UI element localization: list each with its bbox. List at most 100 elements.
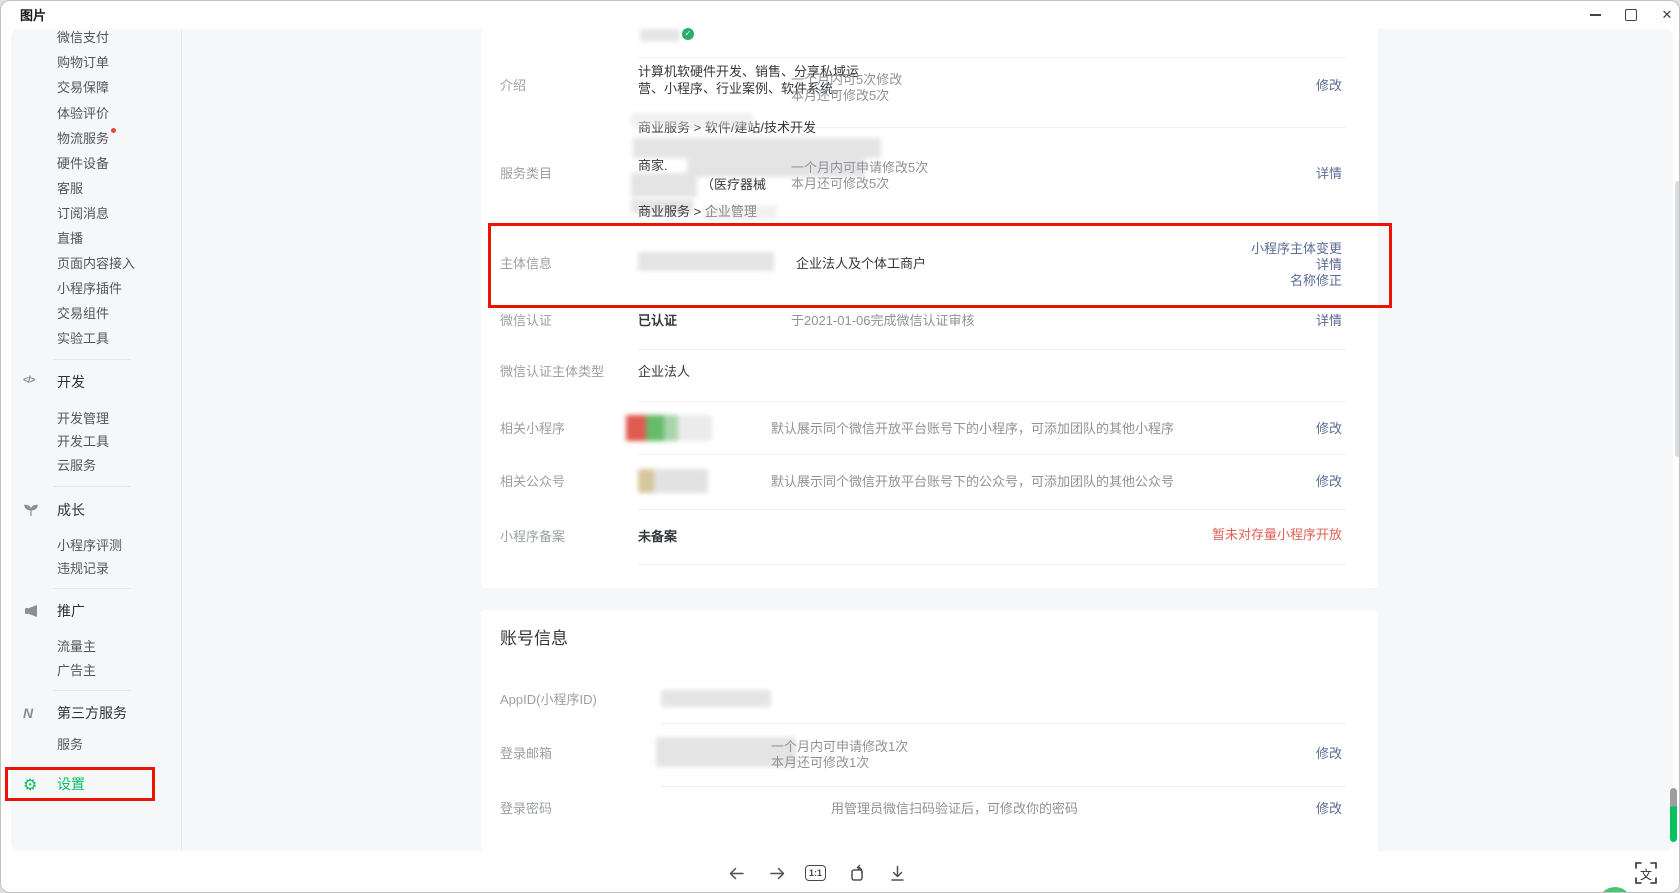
category-label: 服务类目 — [500, 166, 552, 182]
category-line-2: 商家. — [638, 158, 668, 174]
sidebar-item-violation-records[interactable]: 违规记录 — [57, 561, 109, 577]
category-redacted — [631, 173, 697, 197]
category-redacted — [631, 113, 753, 127]
rotate-icon — [849, 864, 868, 883]
logistics-red-dot-badge — [111, 128, 116, 133]
row-divider — [638, 401, 1346, 402]
row-divider — [638, 564, 1346, 565]
sidebar-item-mp-assessment[interactable]: 小程序评测 — [57, 538, 122, 554]
maximize-icon — [1625, 9, 1637, 21]
sidebar-section-promotion[interactable]: 推广 — [57, 603, 85, 619]
minimize-button[interactable] — [1577, 1, 1613, 29]
category-note-2: 本月还可修改5次 — [791, 176, 889, 192]
sidebar-item-lab-tools[interactable]: 实验工具 — [57, 331, 109, 347]
sidebar-section-settings[interactable]: 设置 — [57, 776, 85, 792]
sidebar-section-divider — [53, 486, 131, 487]
intro-modify-link[interactable]: 修改 — [1316, 78, 1342, 94]
email-note-2: 本月还可修改1次 — [771, 755, 869, 771]
sidebar-item-traffic-owner[interactable]: 流量主 — [57, 639, 96, 655]
subject-name-fix-link[interactable]: 名称修正 — [1290, 273, 1342, 289]
sidebar-section-growth[interactable]: 成长 — [57, 502, 85, 518]
category-detail-link[interactable]: 详情 — [1316, 166, 1342, 182]
scrollbar-thumb[interactable] — [1675, 181, 1680, 457]
download-button[interactable] — [888, 864, 907, 883]
intro-note-1: 一个月内可5次修改 — [791, 72, 902, 88]
sidebar-item-logistics[interactable]: 物流服务 — [57, 131, 109, 147]
sidebar-item-trade-guarantee[interactable]: 交易保障 — [57, 80, 109, 96]
sidebar-item-page-content[interactable]: 页面内容接入 — [57, 256, 135, 272]
related-oa-note: 默认展示同个微信开放平台账号下的公众号，可添加团队的其他公众号 — [771, 474, 1174, 490]
sprout-icon — [23, 502, 41, 520]
third-party-icon: N — [23, 705, 41, 723]
verify-value: 已认证 — [638, 313, 677, 329]
row-divider — [661, 786, 1346, 787]
sidebar-item-cloud-service[interactable]: 云服务 — [57, 458, 96, 474]
password-modify-link[interactable]: 修改 — [1316, 801, 1342, 817]
category-line-3: （医疗器械 — [701, 177, 766, 193]
sidebar-section-dev[interactable]: 开发 — [57, 374, 85, 390]
appid-label: AppID(小程序ID) — [500, 692, 597, 708]
subject-name-redacted — [638, 252, 774, 271]
image-viewer-window: 图片 ✕ 微信支付 购物订单 交易保障 体验评价 物流服务 硬件设备 客服 订阅… — [0, 0, 1680, 893]
sidebar-item-shop-orders[interactable]: 购物订单 — [57, 55, 109, 71]
code-icon: </> — [23, 375, 41, 393]
minimize-icon — [1590, 14, 1601, 16]
sidebar-section-divider — [53, 690, 131, 691]
extract-text-button[interactable]: 文 — [1634, 861, 1658, 885]
sidebar-item-experience-review[interactable]: 体验评价 — [57, 106, 109, 122]
previous-image-button[interactable] — [727, 864, 746, 883]
row-divider — [638, 57, 1346, 58]
sidebar-section-third-party[interactable]: 第三方服务 — [57, 705, 127, 721]
sidebar-item-services[interactable]: 服务 — [57, 737, 83, 753]
window-title: 图片 — [20, 8, 46, 24]
password-label: 登录密码 — [500, 801, 552, 817]
verified-badge-icon: ✓ — [682, 28, 694, 40]
sidebar-item-plugins[interactable]: 小程序插件 — [57, 281, 122, 297]
row-divider — [638, 509, 1346, 510]
sidebar-item-customer-service[interactable]: 客服 — [57, 181, 83, 197]
rotate-button[interactable] — [849, 864, 868, 883]
email-note-1: 一个月内可申请修改1次 — [771, 739, 908, 755]
sidebar-item-trade-component[interactable]: 交易组件 — [57, 306, 109, 322]
verify-detail-link[interactable]: 详情 — [1316, 313, 1342, 329]
related-oa-modify-link[interactable]: 修改 — [1316, 474, 1342, 490]
subject-label: 主体信息 — [500, 256, 552, 272]
sidebar-section-divider — [53, 359, 131, 360]
close-icon: ✕ — [1662, 7, 1673, 23]
intro-label: 介绍 — [500, 78, 526, 94]
arrow-right-icon — [768, 864, 787, 883]
verify-type-label: 微信认证主体类型 — [500, 364, 604, 380]
registration-status-text: 暂未对存量小程序开放 — [1212, 527, 1342, 543]
related-mp-label: 相关小程序 — [500, 421, 565, 437]
sidebar-item-advertiser[interactable]: 广告主 — [57, 663, 96, 679]
sidebar-item-subscribe-message[interactable]: 订阅消息 — [57, 206, 109, 222]
sidebar-item-wechat-pay[interactable]: 微信支付 — [57, 30, 109, 46]
category-redacted — [705, 205, 777, 220]
email-label: 登录邮箱 — [500, 746, 552, 762]
sidebar-item-dev-management[interactable]: 开发管理 — [57, 411, 109, 427]
scrollbar-progress[interactable] — [1670, 788, 1677, 842]
sidebar-item-hardware[interactable]: 硬件设备 — [57, 156, 109, 172]
floating-green-button[interactable] — [1598, 887, 1632, 893]
subject-detail-link[interactable]: 详情 — [1316, 257, 1342, 273]
megaphone-icon — [23, 603, 41, 621]
mp-name-redacted — [640, 29, 680, 41]
sidebar-item-dev-tools[interactable]: 开发工具 — [57, 434, 109, 450]
subject-change-link[interactable]: 小程序主体变更 — [1251, 241, 1342, 257]
actual-size-button[interactable]: 1:1 — [805, 865, 826, 881]
sidebar-divider — [181, 29, 182, 851]
related-oa-label: 相关公众号 — [500, 474, 565, 490]
verify-type-value: 企业法人 — [638, 364, 690, 380]
gear-icon: ⚙ — [23, 775, 41, 793]
sidebar-item-live[interactable]: 直播 — [57, 231, 83, 247]
close-button[interactable]: ✕ — [1649, 1, 1680, 29]
row-divider — [638, 454, 1346, 455]
next-image-button[interactable] — [768, 864, 787, 883]
row-divider — [638, 349, 1346, 350]
maximize-button[interactable] — [1613, 1, 1649, 29]
sidebar-section-divider — [53, 588, 131, 589]
related-mp-modify-link[interactable]: 修改 — [1316, 421, 1342, 437]
download-icon — [888, 864, 907, 883]
email-modify-link[interactable]: 修改 — [1316, 746, 1342, 762]
registration-label: 小程序备案 — [500, 529, 565, 545]
